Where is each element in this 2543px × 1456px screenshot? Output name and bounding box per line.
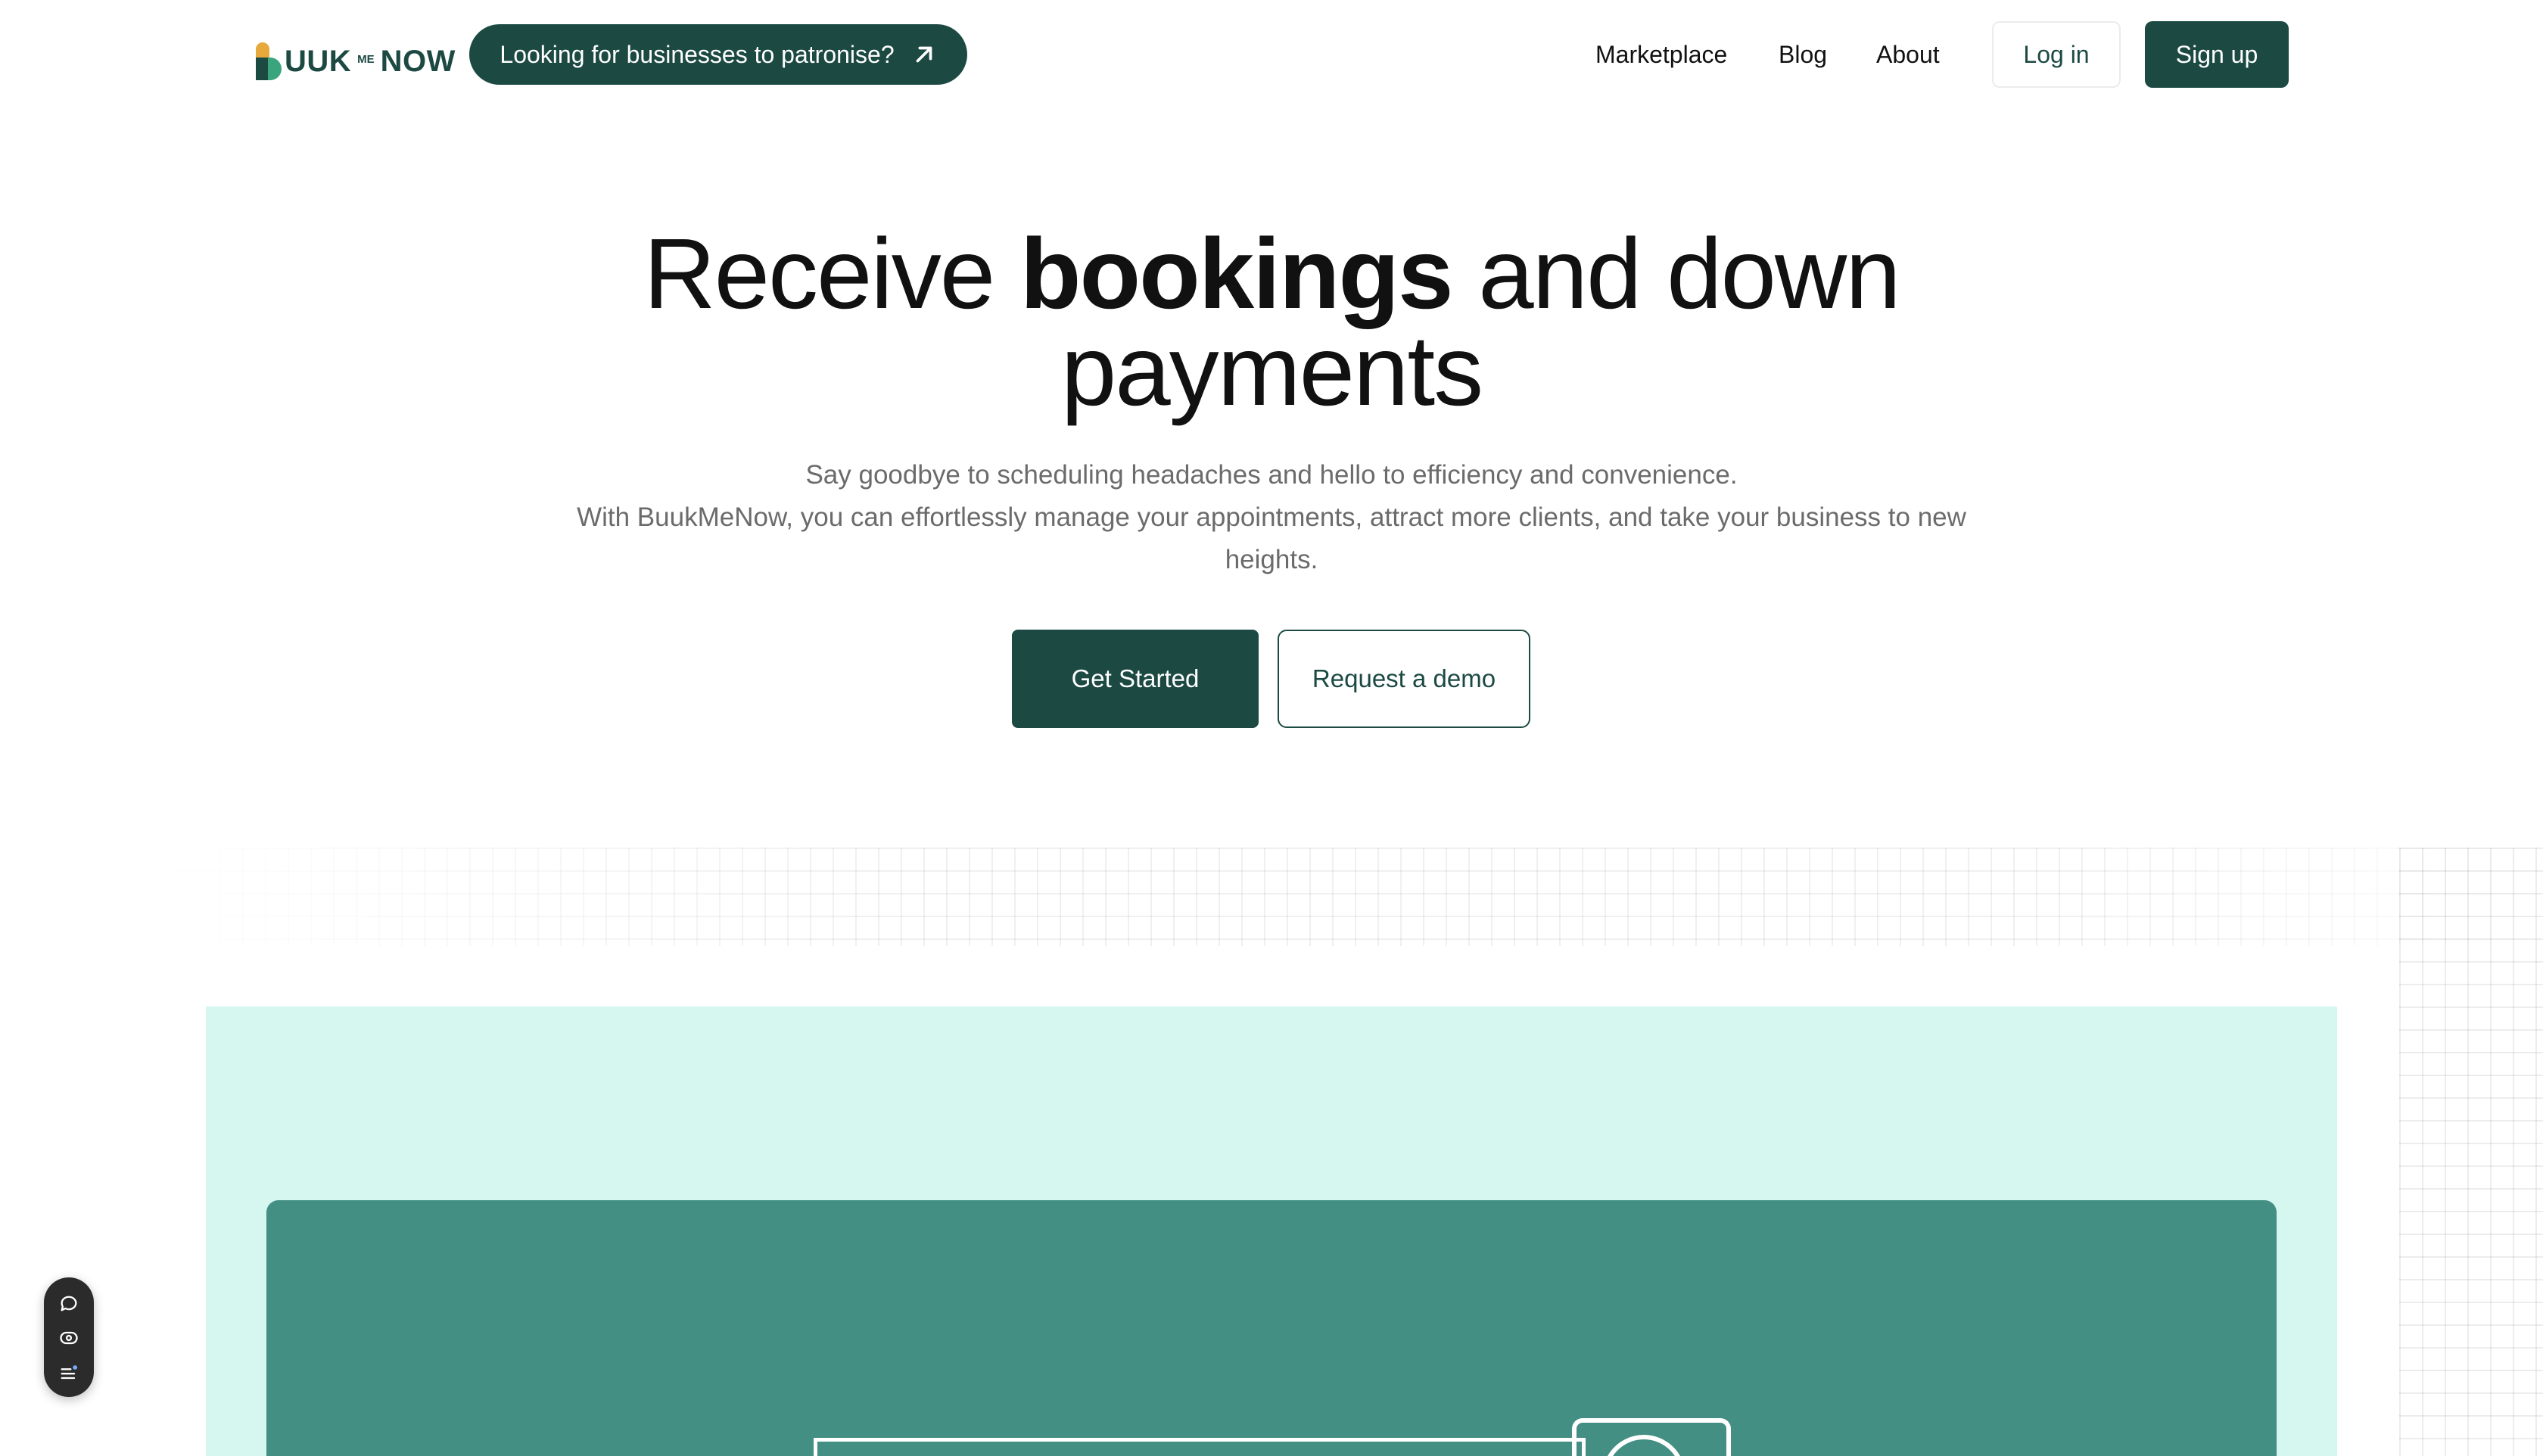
promo-label: Looking for businesses to patronise? xyxy=(500,40,895,68)
get-started-button[interactable]: Get Started xyxy=(1012,630,1259,728)
product-preview-card xyxy=(266,1200,2277,1456)
illustration-outline xyxy=(814,1438,1586,1456)
logo-mark-icon xyxy=(253,42,283,80)
arrow-up-right-icon xyxy=(916,46,932,63)
logo-text-right: NOW xyxy=(380,45,456,78)
nav-blog-link[interactable]: Blog xyxy=(1779,38,1827,71)
hero-title-line2: payments xyxy=(1060,315,1483,426)
hero-title: Receive bookings and down payments xyxy=(0,224,2543,421)
list-icon[interactable] xyxy=(58,1362,79,1383)
marketplace-promo-button[interactable]: Looking for businesses to patronise? xyxy=(469,24,967,85)
signup-button[interactable]: Sign up xyxy=(2145,21,2289,88)
background-grid-side xyxy=(2399,848,2543,1456)
request-demo-button[interactable]: Request a demo xyxy=(1278,630,1530,728)
hero-title-suffix: and down xyxy=(1452,218,1900,329)
hero-subtitle-line1: Say goodbye to scheduling headaches and … xyxy=(805,460,1738,490)
hero-subtitle: Say goodbye to scheduling headaches and … xyxy=(575,454,1968,581)
eye-icon[interactable] xyxy=(58,1327,79,1349)
hero-title-emphasis: bookings xyxy=(1019,218,1454,329)
chat-bubble-icon[interactable] xyxy=(58,1293,79,1314)
logo-text-left: UUK xyxy=(285,45,352,78)
nav-marketplace-link[interactable]: Marketplace xyxy=(1595,38,1727,71)
background-grid-band xyxy=(151,848,2543,946)
logo-text-me: ME xyxy=(357,53,375,66)
site-header: UUK ME NOW Looking for businesses to pat… xyxy=(0,0,2543,114)
hero-subtitle-line2: With BuukMeNow, you can effortlessly man… xyxy=(577,502,1966,574)
brand-logo[interactable]: UUK ME NOW xyxy=(253,33,456,80)
nav-about-link[interactable]: About xyxy=(1876,38,1940,71)
login-button[interactable]: Log in xyxy=(1992,21,2121,88)
hero-title-prefix: Receive xyxy=(643,218,1020,329)
floating-toolbar xyxy=(44,1277,94,1397)
